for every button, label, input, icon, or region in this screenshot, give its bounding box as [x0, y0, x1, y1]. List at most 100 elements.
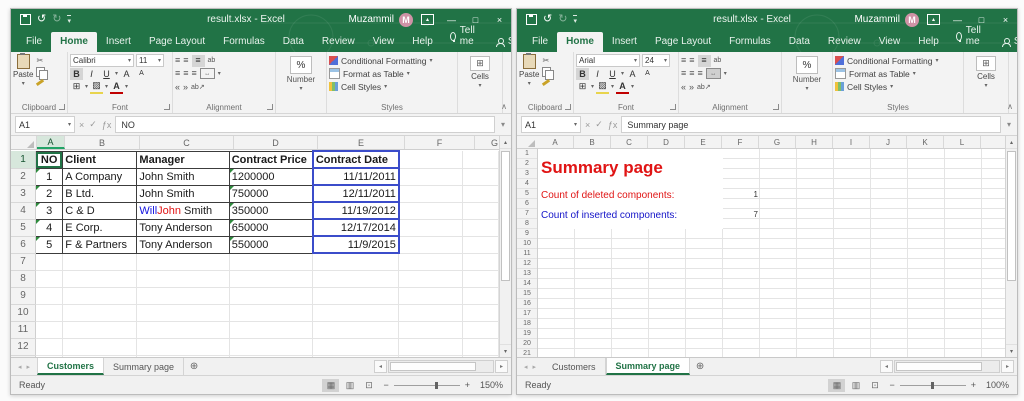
row-header[interactable]: 17: [517, 309, 537, 319]
row-header[interactable]: 12: [11, 338, 35, 355]
customize-qat-icon[interactable]: ▾: [573, 15, 577, 25]
zoom-slider[interactable]: [900, 385, 966, 386]
cell[interactable]: [399, 287, 462, 304]
cell[interactable]: [137, 321, 229, 338]
bold-button[interactable]: B: [70, 68, 83, 80]
row-header[interactable]: 1: [11, 151, 35, 168]
column-header[interactable]: B: [574, 136, 611, 148]
cell-c2[interactable]: John Smith: [137, 168, 229, 185]
cell[interactable]: [462, 236, 498, 253]
cells-grid[interactable]: Summary page Count of deleted components…: [538, 149, 1005, 357]
scroll-down-icon[interactable]: ▾: [500, 344, 511, 357]
normal-view-icon[interactable]: ▦: [322, 379, 339, 392]
align-left-icon[interactable]: ≡: [681, 69, 686, 78]
cell[interactable]: [462, 185, 498, 202]
percent-icon[interactable]: %: [796, 56, 818, 74]
page-layout-view-icon[interactable]: ▥: [341, 379, 358, 392]
enter-icon[interactable]: ✓: [595, 119, 603, 130]
row-header[interactable]: 10: [11, 304, 35, 321]
tab-page-layout[interactable]: Page Layout: [140, 32, 214, 52]
cell-d1[interactable]: Contract Price: [229, 151, 313, 168]
cell[interactable]: [229, 304, 313, 321]
scroll-up-icon[interactable]: ▴: [500, 136, 511, 149]
column-header[interactable]: J: [870, 136, 907, 148]
cell-e6[interactable]: 11/9/2015: [313, 236, 399, 253]
column-header-c[interactable]: C: [140, 136, 234, 149]
align-middle-icon[interactable]: ≡: [689, 56, 694, 65]
sheet-tab-customers[interactable]: Customers: [543, 358, 606, 375]
cell[interactable]: [137, 287, 229, 304]
deleted-components-label[interactable]: Count of deleted components:: [541, 190, 674, 201]
format-as-table-button[interactable]: Format as Table▾: [835, 67, 961, 80]
number-format-button[interactable]: % Number ▾: [784, 54, 830, 92]
cut-icon[interactable]: ✂: [542, 56, 551, 65]
copy-icon[interactable]: [542, 67, 551, 76]
tab-page-layout[interactable]: Page Layout: [646, 32, 720, 52]
cell[interactable]: [399, 151, 462, 168]
align-top-icon[interactable]: ≡: [681, 56, 686, 65]
cell[interactable]: [35, 287, 62, 304]
row-header[interactable]: 8: [517, 219, 537, 229]
cell[interactable]: [399, 202, 462, 219]
editing-button[interactable]: Editing ▾: [1011, 54, 1017, 89]
row-header[interactable]: 4: [517, 179, 537, 189]
row-header[interactable]: 10: [517, 239, 537, 249]
column-header-f[interactable]: F: [405, 136, 475, 149]
cell[interactable]: [399, 321, 462, 338]
cell[interactable]: [462, 151, 498, 168]
cell-c5[interactable]: Tony Anderson: [137, 219, 229, 236]
cell-b3[interactable]: B Ltd.: [63, 185, 137, 202]
cell[interactable]: [229, 270, 313, 287]
close-button[interactable]: ×: [490, 9, 509, 30]
scroll-left-icon[interactable]: ◂: [880, 360, 893, 373]
increase-indent-icon[interactable]: »: [689, 82, 694, 92]
vertical-scroll-thumb[interactable]: [501, 151, 510, 281]
column-header-g[interactable]: G: [475, 136, 499, 149]
zoom-in-icon[interactable]: +: [971, 380, 976, 390]
next-sheet-icon[interactable]: ▸: [27, 363, 31, 371]
select-all-corner[interactable]: [517, 136, 537, 148]
cell[interactable]: [137, 338, 229, 355]
next-sheet-icon[interactable]: ▸: [533, 363, 537, 371]
decrease-indent-icon[interactable]: «: [681, 82, 686, 92]
cell[interactable]: [462, 168, 498, 185]
format-as-table-button[interactable]: Format as Table▾: [329, 67, 455, 80]
row-header[interactable]: 7: [517, 209, 537, 219]
redo-icon[interactable]: ↻: [558, 14, 567, 25]
sheet-tab-summary-page[interactable]: Summary page: [606, 358, 691, 375]
column-header[interactable]: D: [648, 136, 685, 148]
row-header[interactable]: 6: [11, 236, 35, 253]
zoom-level[interactable]: 150%: [475, 380, 503, 390]
cell[interactable]: [313, 338, 399, 355]
cell-b2[interactable]: A Company: [63, 168, 137, 185]
cell-b1[interactable]: Client: [63, 151, 137, 168]
scroll-down-icon[interactable]: ▾: [1006, 344, 1017, 357]
cell[interactable]: [462, 304, 498, 321]
align-right-icon[interactable]: ≡: [698, 69, 703, 78]
new-sheet-icon[interactable]: ⊕: [184, 358, 204, 375]
column-header-e[interactable]: E: [318, 136, 405, 149]
tab-file[interactable]: File: [17, 32, 51, 52]
row-header[interactable]: 4: [11, 202, 35, 219]
cell[interactable]: [35, 355, 62, 357]
grow-font-button[interactable]: A: [626, 68, 639, 80]
row-header[interactable]: 7: [11, 253, 35, 270]
zoom-slider[interactable]: [394, 385, 460, 386]
cell[interactable]: [313, 321, 399, 338]
row-header[interactable]: 5: [11, 219, 35, 236]
row-header[interactable]: 9: [11, 287, 35, 304]
cell[interactable]: [462, 253, 498, 270]
tab-review[interactable]: Review: [819, 32, 870, 52]
column-header-a[interactable]: A: [37, 136, 65, 149]
conditional-formatting-button[interactable]: Conditional Formatting▾: [329, 54, 455, 67]
prev-sheet-icon[interactable]: ◂: [18, 363, 22, 371]
scroll-up-icon[interactable]: ▴: [1006, 136, 1017, 149]
cell[interactable]: [229, 355, 313, 357]
cell-a1[interactable]: NO: [35, 151, 62, 168]
zoom-in-icon[interactable]: +: [465, 380, 470, 390]
fill-color-icon[interactable]: ▨: [596, 80, 609, 94]
shrink-font-button[interactable]: A: [641, 68, 654, 80]
vertical-scroll-thumb[interactable]: [1007, 151, 1016, 281]
cell-d2[interactable]: 1200000: [229, 168, 313, 185]
tab-file[interactable]: File: [523, 32, 557, 52]
